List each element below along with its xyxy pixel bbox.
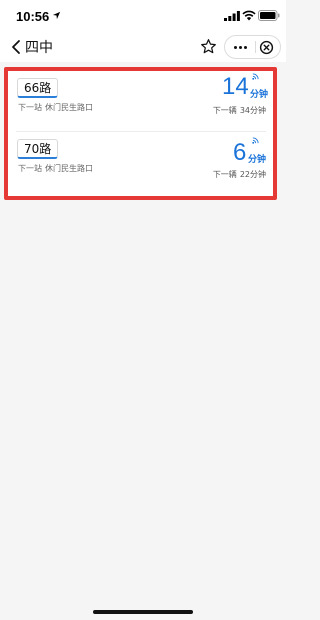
eta-minutes: 6 [233,139,247,166]
star-outline-icon[interactable] [200,38,217,55]
battery-icon [258,10,280,21]
next-stop-name: 休门民生路口 [45,103,93,112]
nav-bar: 四中 [0,32,286,62]
next-bus-eta: 22分钟 [239,170,266,179]
realtime-signal-icon [252,137,259,144]
more-dots-icon[interactable] [225,36,255,58]
route-list: 66路 下一站 休门民生路口 14 分钟 下一辆 34分钟 70路 下一站 休门民生路… [8,71,273,196]
location-arrow-icon [52,11,61,20]
route-row[interactable]: 66路 下一站 休门民生路口 14 分钟 下一辆 34分钟 [8,71,273,132]
mini-program-capsule [224,35,281,59]
next-stop-info: 下一站 休门民生路口 [18,102,93,113]
status-bar: 10:56 [0,0,286,32]
route-row[interactable]: 70路 下一站 休门民生路口 6 分钟 下一辆 22分钟 [8,132,273,192]
route-name-badge: 66路 [17,78,59,98]
eta-unit: 分钟 [248,155,267,165]
wifi-icon [242,10,256,21]
next-bus-label: 下一辆 [212,170,237,179]
next-bus-info: 下一辆 34分钟 [213,105,266,116]
next-stop-label: 下一站 [18,103,42,112]
route-name-badge: 70路 [17,139,59,159]
capsule-divider [255,41,256,53]
cellular-signal-icon [224,11,240,21]
home-indicator [93,610,193,614]
next-bus-label: 下一辆 [212,106,237,115]
next-stop-label: 下一站 [18,164,42,173]
next-bus-info: 下一辆 22分钟 [213,169,266,180]
eta-minutes: 14 [222,73,249,100]
eta-unit: 分钟 [250,90,269,100]
next-bus-eta: 34分钟 [239,106,266,115]
next-stop-name: 休门民生路口 [45,164,93,173]
status-time: 10:56 [16,9,50,24]
chevron-left-icon[interactable] [10,39,22,55]
realtime-signal-icon [252,73,259,80]
screen: 10:56 四中 66路 下一站 休门民生路口 14 分钟 下一辆 34分钟 7… [0,0,286,620]
page-title: 四中 [25,40,53,56]
next-stop-info: 下一站 休门民生路口 [18,163,93,174]
close-circle-icon[interactable] [259,40,274,55]
